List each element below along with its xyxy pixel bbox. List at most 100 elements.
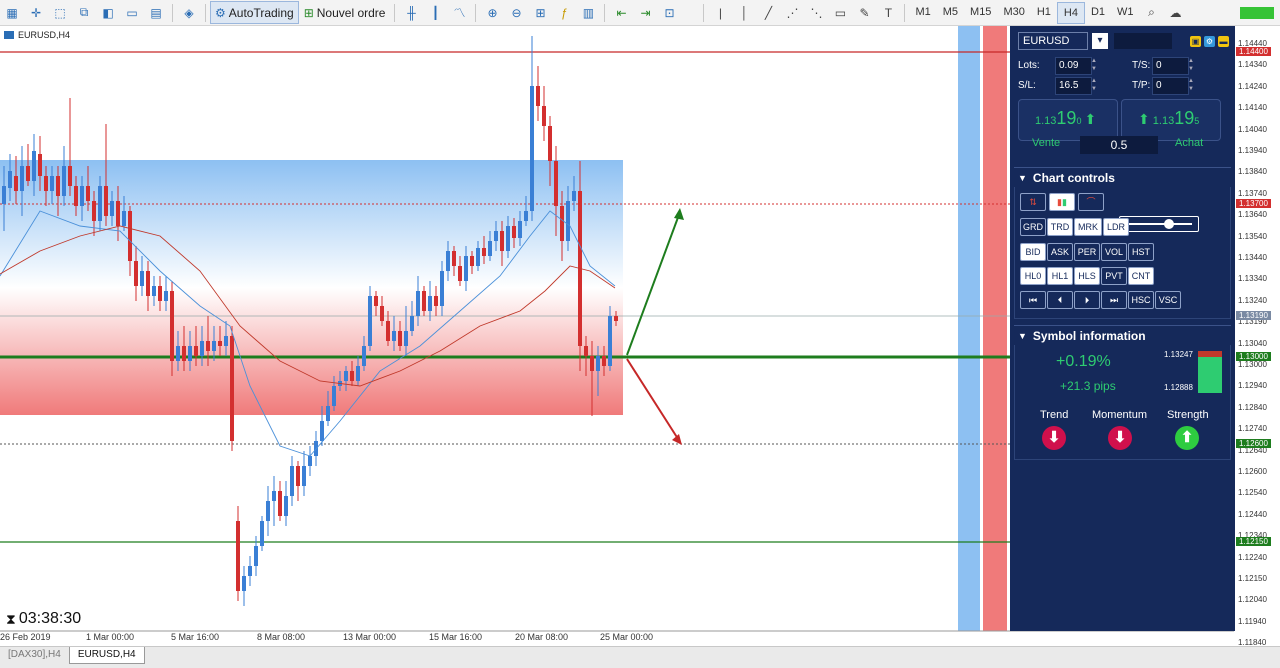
sort-icon[interactable]: ⇅ xyxy=(1020,193,1046,211)
auto-scroll-icon[interactable]: ⇤ xyxy=(612,4,630,22)
history-icon[interactable]: ◈ xyxy=(180,4,198,22)
market-watch-icon[interactable]: ⬚ xyxy=(51,4,69,22)
control-controls_row4-0[interactable]: HL0 xyxy=(1020,267,1046,285)
terminal-icon[interactable]: ▭ xyxy=(123,4,141,22)
tp-field[interactable]: 0 xyxy=(1152,77,1189,95)
control-controls_row4-4[interactable]: CNT xyxy=(1128,267,1154,285)
price-label-mid_red: 1.13700 xyxy=(1236,199,1271,208)
control-controls_row3-1[interactable]: ASK xyxy=(1047,243,1073,261)
line-chart-icon[interactable]: 〽 xyxy=(450,4,468,22)
control-controls_row4-2[interactable]: HLS xyxy=(1074,267,1100,285)
separator xyxy=(205,3,206,22)
symbol-info-header[interactable]: ▼ Symbol information xyxy=(1014,325,1231,345)
trendline-icon[interactable]: ╱ xyxy=(759,4,777,22)
control-controls_row2-3[interactable]: LDR xyxy=(1103,218,1129,236)
timeframe-m30[interactable]: M30 xyxy=(997,2,1030,22)
chart-controls-header[interactable]: ▼ Chart controls xyxy=(1014,167,1231,187)
symbol-select[interactable]: EURUSD xyxy=(1018,32,1088,50)
control-controls_row3-2[interactable]: PER xyxy=(1074,243,1100,261)
timeframe-h4[interactable]: H4 xyxy=(1056,1,1085,24)
control-controls_row4-3[interactable]: PVT xyxy=(1101,267,1127,285)
zoom-out-icon[interactable]: ⊖ xyxy=(507,4,525,22)
lot-size-input[interactable]: 0.5 xyxy=(1080,136,1158,154)
control-controls_row5-5[interactable]: VSC xyxy=(1155,291,1181,309)
zoom-in-icon[interactable]: ⊕ xyxy=(483,4,501,22)
data-window-icon[interactable]: ⧉ xyxy=(75,4,93,22)
tab-dax30[interactable]: [DAX30],H4 xyxy=(0,647,69,663)
minimize-icon[interactable]: ▬ xyxy=(1218,35,1229,47)
candlestick-icon[interactable]: ┃ xyxy=(426,4,444,22)
candle-body xyxy=(218,341,222,346)
price-label-lower_green: 1.12600 xyxy=(1236,439,1271,448)
chart-shift-icon[interactable]: ⇥ xyxy=(636,4,654,22)
control-controls_row3-3[interactable]: VOL xyxy=(1101,243,1127,261)
candle-body xyxy=(398,331,402,346)
pencil-icon[interactable]: ✎ xyxy=(855,4,873,22)
tab-eurusd[interactable]: EURUSD,H4 xyxy=(68,647,145,664)
candle-body xyxy=(506,226,510,251)
sl-stepper[interactable]: ▲ ▼ xyxy=(1091,77,1098,93)
timeframe-m15[interactable]: M15 xyxy=(964,2,997,22)
tile-windows-icon[interactable]: ⊞ xyxy=(531,4,549,22)
control-controls_row5-4[interactable]: HSC xyxy=(1128,291,1154,309)
zoom-slider[interactable] xyxy=(1119,216,1199,232)
control-controls_row5-0[interactable]: ⏮ xyxy=(1020,291,1046,309)
strategy-tester-icon[interactable]: ▤ xyxy=(147,4,165,22)
tp-stepper[interactable]: ▲ ▼ xyxy=(1188,77,1195,93)
control-controls_row5-3[interactable]: ⏭ xyxy=(1101,291,1127,309)
indicators-icon[interactable]: ƒ xyxy=(555,4,573,22)
new-chart-icon[interactable]: ▦ xyxy=(3,4,21,22)
symbol-info-title: Symbol information xyxy=(1032,328,1146,343)
control-controls_row3-4[interactable]: HST xyxy=(1128,243,1154,261)
control-controls_row3-0[interactable]: BID xyxy=(1020,243,1046,261)
timeframe-d1[interactable]: D1 xyxy=(1085,2,1111,22)
timeframe-h1[interactable]: H1 xyxy=(1031,2,1057,22)
autotrading-button[interactable]: ⚙ AutoTrading xyxy=(210,1,299,24)
candle-body xyxy=(476,248,480,266)
ts-field[interactable]: 0 xyxy=(1152,57,1189,75)
search-icon[interactable]: ⌕ xyxy=(1143,4,1161,22)
curve-icon[interactable]: ⌒ xyxy=(1078,193,1104,211)
vertical-line-icon[interactable]: │ xyxy=(735,4,753,22)
sl-field[interactable]: 16.5 xyxy=(1055,77,1092,95)
sell-button[interactable]: 1.13190 ⬆ xyxy=(1018,99,1118,141)
candle-body xyxy=(290,466,294,496)
fibo-icon[interactable]: ⋰ xyxy=(783,4,801,22)
range-bar xyxy=(1198,351,1222,393)
lots-stepper[interactable]: ▲ ▼ xyxy=(1091,57,1098,73)
control-controls_row5-2[interactable]: ⏵ xyxy=(1074,291,1100,309)
control-controls_row2-0[interactable]: GRD xyxy=(1020,218,1046,236)
control-controls_row2-2[interactable]: MRK xyxy=(1074,218,1102,236)
buy-button[interactable]: ⬆ 1.13195 xyxy=(1121,99,1221,141)
timeframe-m1[interactable]: M1 xyxy=(909,2,936,22)
slider-handle[interactable] xyxy=(1164,219,1174,229)
candle-body xyxy=(380,306,384,321)
copy-icon[interactable]: ▣ xyxy=(1190,35,1201,47)
gear-icon[interactable]: ⚙ xyxy=(1204,35,1215,47)
cursor-line-icon[interactable]: | xyxy=(711,4,729,22)
timeframe-w1[interactable]: W1 xyxy=(1111,2,1140,22)
ts-stepper[interactable]: ▲ ▼ xyxy=(1188,57,1195,73)
control-controls_row4-1[interactable]: HL1 xyxy=(1047,267,1073,285)
chevron-down-icon[interactable]: ▾ xyxy=(1092,33,1108,49)
navigator-icon[interactable]: ◧ xyxy=(99,4,117,22)
symbol-input[interactable] xyxy=(1114,33,1172,49)
rectangle-icon[interactable]: ▭ xyxy=(831,4,849,22)
profiles-icon[interactable]: ✛ xyxy=(27,4,45,22)
new-order-button[interactable]: ⊞ Nouvel ordre xyxy=(299,1,391,24)
bar-chart-icon[interactable]: ╫ xyxy=(402,4,420,22)
connection-status-indicator[interactable] xyxy=(1240,6,1274,19)
text-icon[interactable]: T xyxy=(879,4,897,22)
chart-tabs: [DAX30],H4 EURUSD,H4 xyxy=(0,646,1280,668)
price-tick: 1.14040 xyxy=(1238,124,1267,134)
lots-field[interactable]: 0.09 xyxy=(1055,57,1092,75)
chat-icon[interactable]: ☁ xyxy=(1167,4,1185,22)
control-controls_row2-1[interactable]: TRD xyxy=(1047,218,1073,236)
timeframe-m5[interactable]: M5 xyxy=(937,2,964,22)
candles-icon[interactable]: ▮▮ xyxy=(1049,193,1075,211)
price-label-bottom_green: 1.12150 xyxy=(1236,537,1271,546)
fibo-fan-icon[interactable]: ⋱ xyxy=(807,4,825,22)
period-separators-icon[interactable]: ⊡ xyxy=(660,4,678,22)
control-controls_row5-1[interactable]: ⏴ xyxy=(1047,291,1073,309)
templates-icon[interactable]: ▥ xyxy=(579,4,597,22)
